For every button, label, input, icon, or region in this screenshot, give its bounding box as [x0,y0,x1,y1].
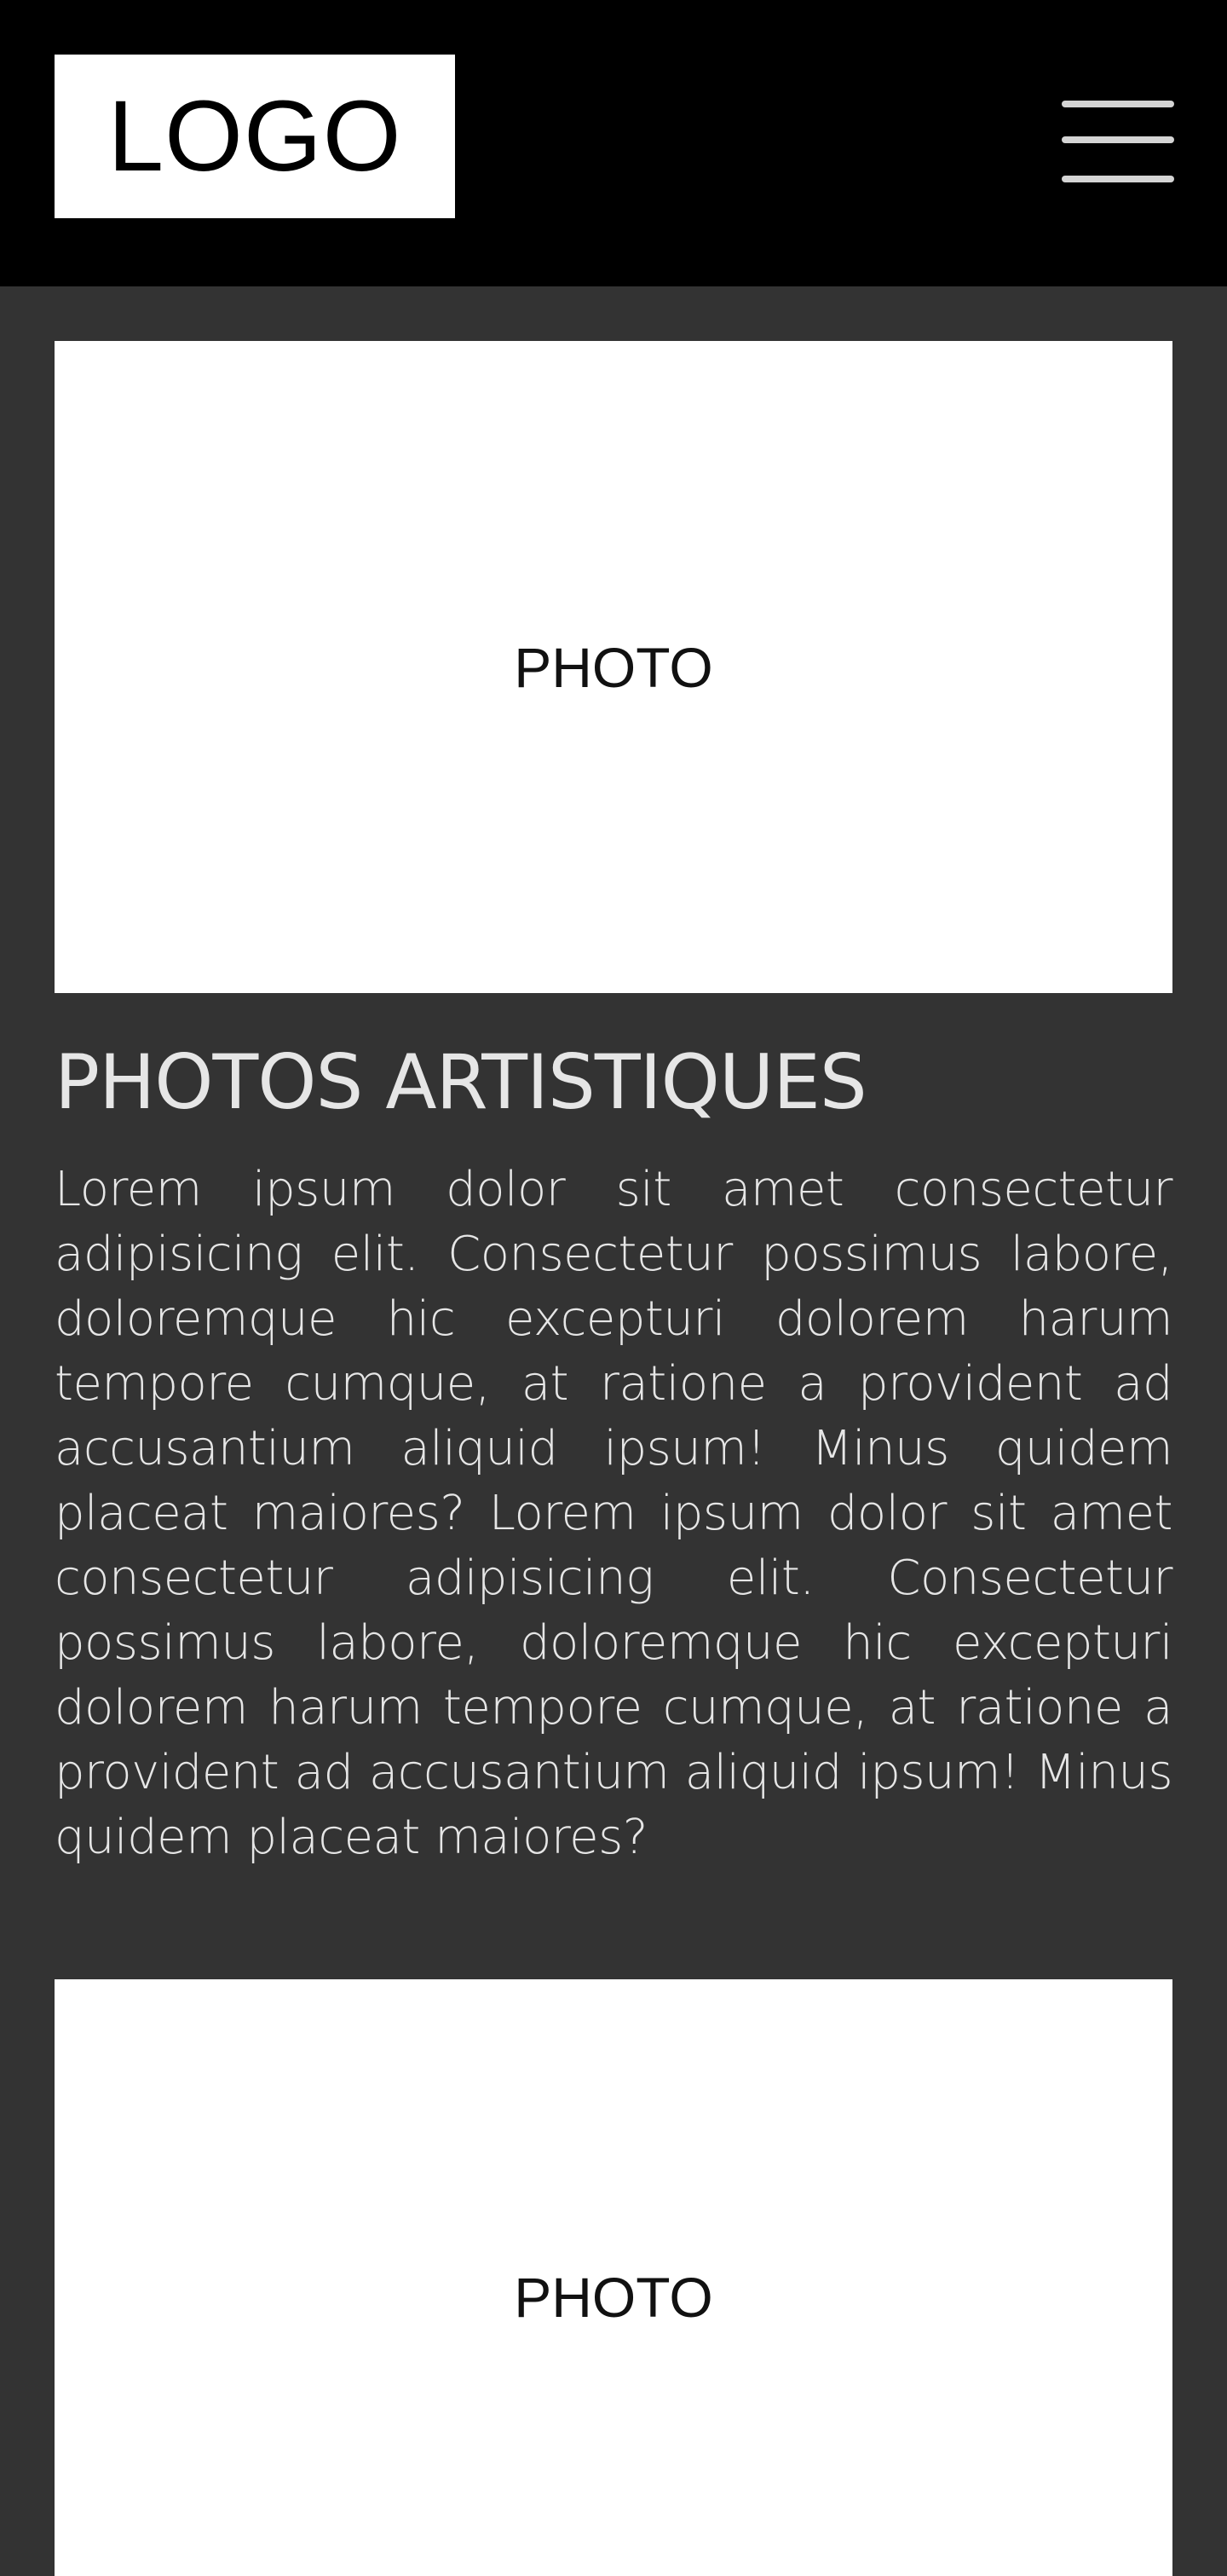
menu-line [1062,101,1174,107]
hamburger-menu-icon[interactable] [1062,97,1174,186]
photo-placeholder: PHOTO [55,341,1172,993]
menu-line [1062,176,1174,182]
photo-placeholder: PHOTO [55,1979,1172,2576]
section-title: PHOTOS ARTISTIQUES [55,1038,867,1126]
section-paragraph: Lorem ipsum dolor sit amet consectetur a… [55,1162,1173,1865]
logo[interactable]: LOGO [55,55,455,218]
photo-label: PHOTO [514,2266,713,2329]
photo-label: PHOTO [514,635,713,699]
site-header: LOGO [0,0,1227,286]
menu-line [1062,136,1174,143]
logo-text: LOGO [107,80,402,193]
